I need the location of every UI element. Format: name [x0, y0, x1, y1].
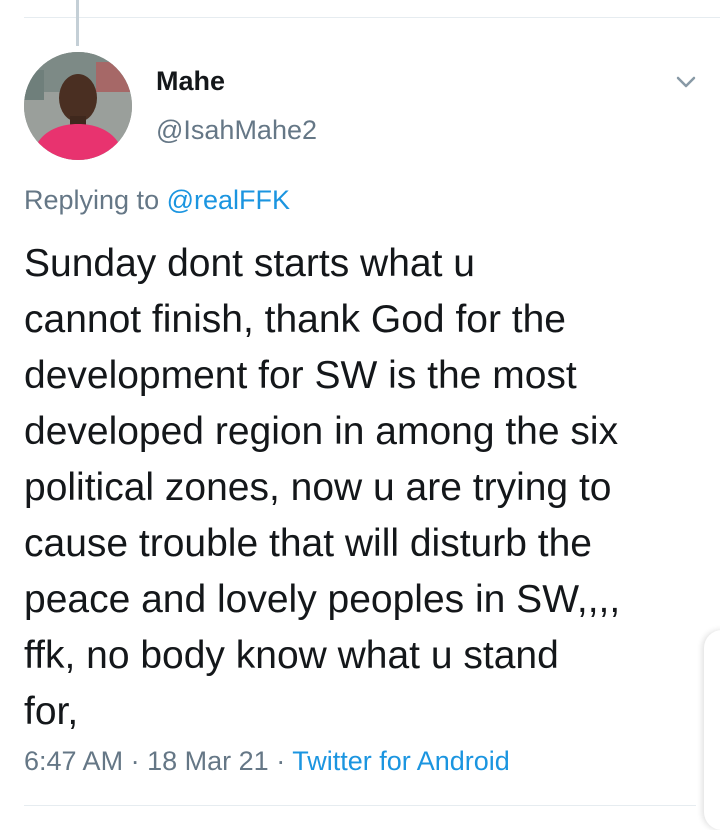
meta-separator: ·	[276, 746, 286, 776]
tweet-text-line: peace and lovely peoples in SW,,,,	[24, 578, 621, 621]
avatar[interactable]	[24, 52, 132, 160]
top-divider	[24, 17, 720, 18]
tweet-text-line: cause trouble that will disturb the	[24, 522, 592, 565]
tweet-metadata: 6:47 AM · 18 Mar 21 · Twitter for Androi…	[24, 746, 510, 777]
tweet-text-line: political zones, now u are trying to	[24, 466, 612, 509]
tweet-body: Sunday dont starts what u cannot finish,…	[24, 236, 708, 740]
bottom-divider	[24, 805, 696, 806]
tweet-text-line: ffk, no body know what u stand	[24, 634, 559, 677]
chevron-down-icon[interactable]	[672, 70, 700, 94]
avatar-photo	[24, 52, 132, 160]
tweet-source-link[interactable]: Twitter for Android	[292, 746, 510, 776]
tweet-text-line: for,	[24, 690, 79, 733]
replying-to: Replying to @realFFK	[24, 185, 290, 216]
meta-separator: ·	[130, 746, 140, 776]
tweet-date[interactable]: 18 Mar 21	[147, 746, 269, 776]
thread-connector-line	[76, 0, 79, 46]
author-display-name[interactable]: Mahe	[156, 66, 225, 97]
tweet-time[interactable]: 6:47 AM	[24, 746, 123, 776]
tweet-text-line: development for SW is the most	[24, 354, 577, 397]
edge-overlay-card	[704, 630, 720, 830]
replying-to-label: Replying to	[24, 185, 160, 215]
tweet-text-line: Sunday dont starts what u	[24, 242, 475, 285]
author-handle[interactable]: @IsahMahe2	[156, 115, 317, 146]
replying-to-handle-link[interactable]: @realFFK	[167, 185, 290, 215]
tweet-text-line: developed region in among the six	[24, 410, 619, 453]
tweet-text-line: cannot finish, thank God for the	[24, 298, 567, 341]
